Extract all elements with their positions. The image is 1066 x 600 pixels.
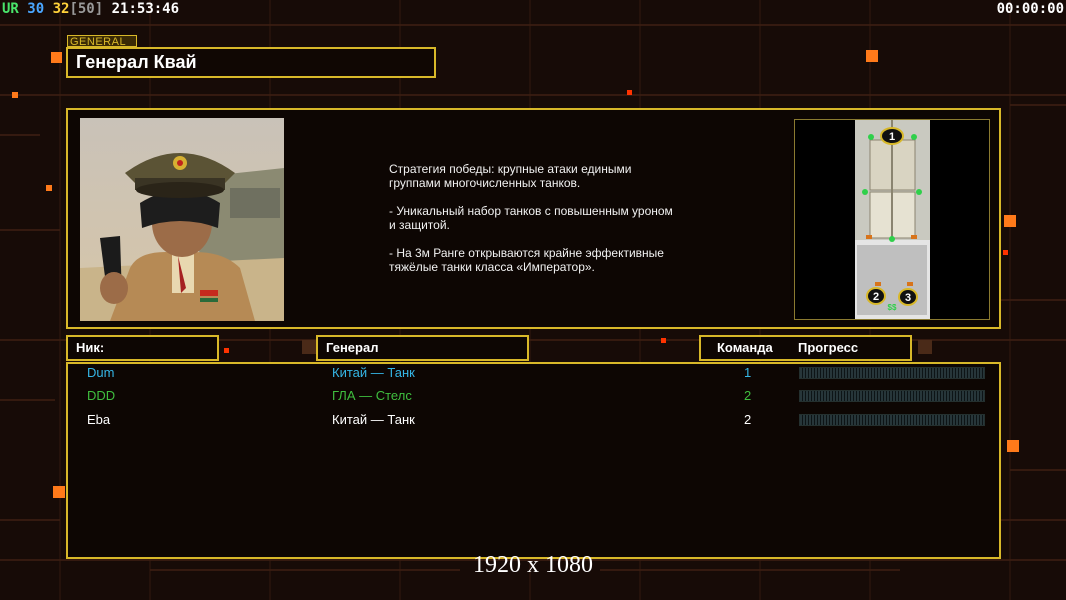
player-row: Eba Китай — Танк 2 [0, 410, 1066, 430]
player-nick: DDD [87, 388, 116, 403]
resolution-label: 1920 x 1080 [473, 552, 593, 578]
description-tanks: - Уникальный набор танков с повышенным у… [389, 204, 673, 232]
player-row: Dum Китай — Танк 1 [0, 363, 1066, 383]
column-general: Генерал [316, 335, 529, 361]
column-team-progress: Команда Прогресс [699, 335, 912, 361]
map-preview[interactable]: 1 2 3 $$ [794, 119, 990, 320]
svg-text:3: 3 [905, 292, 911, 304]
column-nick: Ник: [66, 335, 219, 361]
player-team: 2 [744, 412, 752, 427]
fps-readout: UR 30 32[50] 21:53:46 [2, 1, 179, 17]
supply-marker: $$ [888, 303, 897, 312]
svg-text:1: 1 [889, 131, 895, 143]
player-team: 1 [744, 365, 752, 380]
general-description: Стратегия победы: крупные атаки едиными … [389, 162, 719, 288]
description-rank3: - На 3м Ранге открываются крайне эффекти… [389, 246, 664, 274]
column-progress: Прогресс [798, 340, 859, 355]
start-slot-2[interactable]: 2 [866, 287, 886, 305]
fps-cap-value: [50] [69, 1, 104, 17]
player-general: ГЛА — Стелс [332, 388, 412, 403]
player-nick: Eba [87, 412, 111, 427]
start-slot-3[interactable]: 3 [898, 288, 918, 306]
fps-value: 30 [27, 1, 45, 17]
ur-label: UR [2, 1, 19, 17]
player-team: 2 [744, 388, 752, 403]
player-progress-bar [799, 367, 985, 379]
target-fps-value: 32 [52, 1, 70, 17]
game-timer: 00:00:00 [996, 1, 1064, 17]
general-title: Генерал Квай [66, 47, 436, 78]
player-general: Китай — Танк [332, 412, 415, 427]
player-general: Китай — Танк [332, 365, 415, 380]
column-team: Команда [717, 340, 773, 355]
player-row: DDD ГЛА — Стелс 2 [0, 386, 1066, 406]
svg-text:2: 2 [873, 291, 879, 303]
player-progress-bar [799, 414, 985, 426]
clock: 21:53:46 [111, 1, 180, 17]
player-nick: Dum [87, 365, 115, 380]
general-tab-label: GENERAL [67, 35, 137, 48]
player-progress-bar [799, 390, 985, 402]
general-portrait [80, 118, 284, 321]
start-slot-1[interactable]: 1 [880, 127, 904, 145]
description-strategy: Стратегия победы: крупные атаки едиными … [389, 162, 632, 190]
